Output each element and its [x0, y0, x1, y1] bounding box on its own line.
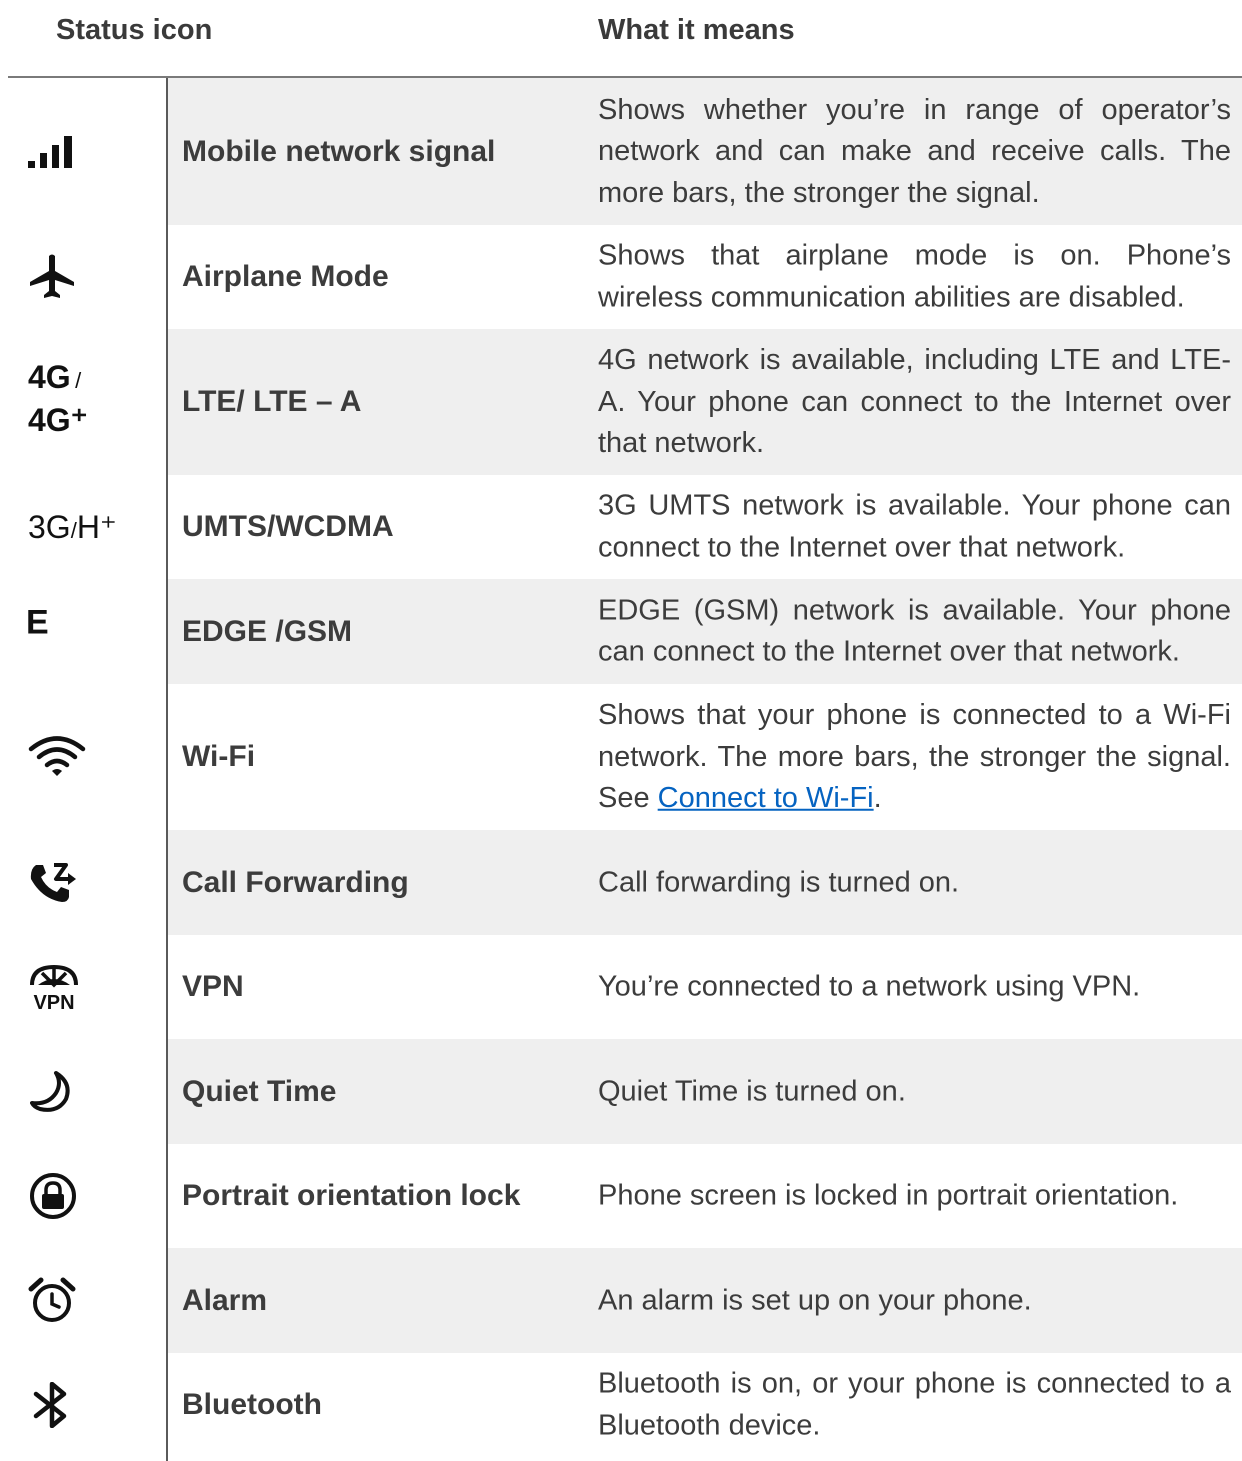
- table-row: Call Forwarding Call forwarding is turne…: [0, 830, 1242, 935]
- row-name: Quiet Time: [182, 1074, 337, 1108]
- row-description: Phone screen is locked in portrait orien…: [598, 1179, 1179, 1212]
- row-description: Bluetooth is on, or your phone is connec…: [598, 1367, 1231, 1442]
- mobile-signal-icon: [28, 135, 74, 168]
- row-name: Wi-Fi: [182, 740, 256, 773]
- airplane-icon: [28, 254, 76, 300]
- table-header: Status icon What it means: [0, 0, 1242, 78]
- call-forwarding-icon: [28, 861, 78, 905]
- vpn-icon: VPN: [26, 963, 82, 1011]
- edge-icon: E: [26, 603, 49, 642]
- table-row: VPN VPN You’re connected to a network us…: [0, 935, 1242, 1039]
- status-icons-table: Status icon What it means Mobile network…: [0, 0, 1242, 1461]
- table-row: Bluetooth Bluetooth is on, or your phone…: [0, 1353, 1242, 1457]
- table-row: 3G/H⁺ UMTS/WCDMA 3G UMTS network is avai…: [0, 475, 1242, 579]
- header-status-icon: Status icon: [56, 14, 213, 46]
- row-name: EDGE /GSM: [182, 614, 353, 648]
- row-description: Shows whether you’re in range of operato…: [598, 93, 1231, 209]
- row-description: An alarm is set up on your phone.: [598, 1283, 1032, 1316]
- row-description: Call forwarding is turned on.: [598, 865, 960, 898]
- table-row: Mobile network signal Shows whether you’…: [0, 78, 1242, 225]
- row-name: Alarm: [182, 1283, 268, 1317]
- header-what-it-means: What it means: [598, 14, 795, 46]
- row-description: 3G UMTS network is available. Your phone…: [598, 489, 1231, 564]
- row-name: Airplane Mode: [182, 260, 389, 293]
- row-name: Call Forwarding: [182, 865, 409, 899]
- row-name: LTE/ LTE – A: [182, 385, 362, 418]
- table-row: Portrait orientation lock Phone screen i…: [0, 1144, 1242, 1248]
- table-row: Quiet Time Quiet Time is turned on.: [0, 1039, 1242, 1144]
- 4g-icon: 4G / 4G⁺: [28, 359, 88, 438]
- row-description: Quiet Time is turned on.: [598, 1074, 906, 1107]
- svg-text:VPN: VPN: [33, 992, 74, 1011]
- row-description: You’re connected to a network using VPN.: [598, 970, 1141, 1003]
- row-description: Shows that your phone is connected to a …: [598, 698, 1231, 814]
- row-name: Bluetooth: [182, 1388, 322, 1421]
- wifi-icon: [28, 736, 86, 778]
- row-name: Portrait orientation lock: [182, 1179, 521, 1212]
- column-divider: [166, 78, 168, 1461]
- table-row: 4G / 4G⁺ LTE/ LTE – A 4G network is avai…: [0, 329, 1242, 475]
- table-row: Airplane Mode Shows that airplane mode i…: [0, 225, 1242, 329]
- 3g-icon: 3G/H⁺: [28, 509, 117, 545]
- alarm-icon: [28, 1277, 76, 1325]
- table-row: Alarm An alarm is set up on your phone.: [0, 1248, 1242, 1353]
- moon-icon: [30, 1069, 76, 1115]
- bluetooth-icon: [32, 1382, 72, 1428]
- table-body: Mobile network signal Shows whether you’…: [0, 78, 1242, 1457]
- row-description: 4G network is available, including LTE a…: [598, 343, 1231, 459]
- row-name: Mobile network signal: [182, 134, 496, 168]
- connect-to-wifi-link[interactable]: Connect to Wi-Fi: [658, 782, 874, 814]
- row-name: VPN: [182, 970, 244, 1003]
- row-description: Shows that airplane mode is on. Phone’s …: [598, 239, 1231, 314]
- table-row: E EDGE /GSM EDGE (GSM) network is availa…: [0, 579, 1242, 684]
- portrait-lock-icon: [28, 1171, 78, 1221]
- row-name: UMTS/WCDMA: [182, 510, 394, 543]
- row-description: EDGE (GSM) network is available. Your ph…: [598, 594, 1231, 668]
- table-row: Wi-Fi Shows that your phone is connected…: [0, 684, 1242, 830]
